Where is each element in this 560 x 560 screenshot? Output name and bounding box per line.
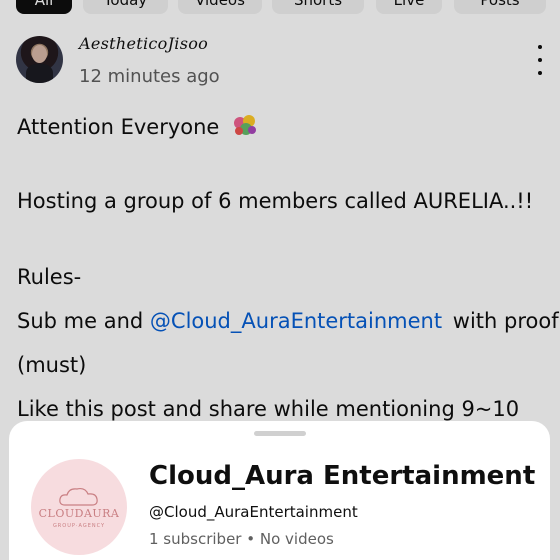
channel-logo-text: CLOUDAURA: [38, 507, 120, 520]
channel-stats: 1 subscriber • No videos: [149, 530, 334, 548]
channel-preview-sheet: CLOUDAURA GROUP·AGENCY Cloud_Aura Entert…: [9, 421, 550, 560]
cloud-logo-icon: [59, 487, 98, 506]
channel-name[interactable]: Cloud_Aura Entertainment: [149, 461, 535, 491]
drag-handle[interactable]: [254, 431, 306, 436]
channel-handle: @Cloud_AuraEntertainment: [149, 503, 358, 521]
channel-logo-subtext: GROUP·AGENCY: [52, 523, 106, 529]
channel-avatar[interactable]: CLOUDAURA GROUP·AGENCY: [31, 459, 127, 555]
